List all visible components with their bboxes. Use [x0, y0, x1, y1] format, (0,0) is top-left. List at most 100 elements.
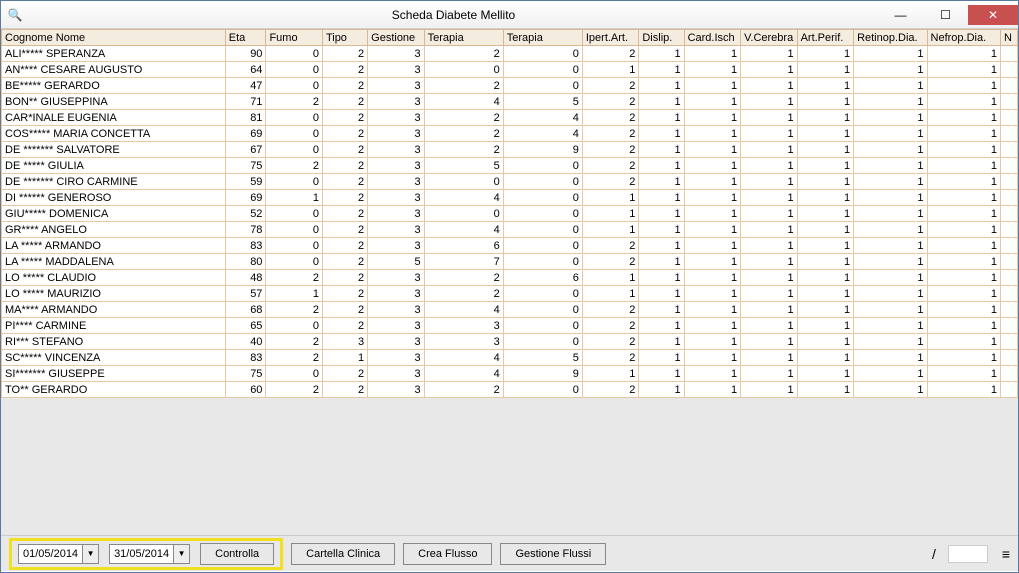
- date-from-field[interactable]: 01/05/2014 ▼: [18, 544, 99, 564]
- cell-retinop: 1: [854, 270, 927, 286]
- col-header-ipert[interactable]: Ipert.Art.: [582, 30, 639, 46]
- col-header-vcerebra[interactable]: V.Cerebra: [741, 30, 798, 46]
- cell-terapia2: 9: [503, 366, 582, 382]
- cell-vcerebra: 1: [741, 110, 798, 126]
- col-header-terapia1[interactable]: Terapia: [424, 30, 503, 46]
- cell-terapia1: 2: [424, 142, 503, 158]
- cell-cardisch: 1: [684, 254, 741, 270]
- col-header-terapia2[interactable]: Terapia: [503, 30, 582, 46]
- cell-retinop: 1: [854, 110, 927, 126]
- cell-retinop: 1: [854, 174, 927, 190]
- cell-artperif: 1: [797, 158, 854, 174]
- col-header-nefrop[interactable]: Nefrop.Dia.: [927, 30, 1000, 46]
- cell-nefrop: 1: [927, 270, 1000, 286]
- cell-vcerebra: 1: [741, 222, 798, 238]
- maximize-button[interactable]: ☐: [923, 5, 968, 25]
- col-header-name[interactable]: Cognome Nome: [2, 30, 226, 46]
- table-row[interactable]: AN**** CESARE AUGUSTO64023001111111: [2, 62, 1018, 78]
- cell-terapia2: 0: [503, 302, 582, 318]
- date-from-dropdown-icon[interactable]: ▼: [82, 545, 98, 563]
- table-row[interactable]: SC***** VINCENZA83213452111111: [2, 350, 1018, 366]
- minimize-button[interactable]: —: [878, 5, 923, 25]
- table-row[interactable]: CAR*INALE EUGENIA81023242111111: [2, 110, 1018, 126]
- count-field: [948, 545, 988, 563]
- table-row[interactable]: DE ***** GIULIA75223502111111: [2, 158, 1018, 174]
- cell-dislip: 1: [639, 254, 684, 270]
- cell-artperif: 1: [797, 238, 854, 254]
- table-row[interactable]: BON** GIUSEPPINA71223452111111: [2, 94, 1018, 110]
- table-row[interactable]: BE***** GERARDO47023202111111: [2, 78, 1018, 94]
- table-row[interactable]: DI ****** GENEROSO69123401111111: [2, 190, 1018, 206]
- cell-terapia2: 0: [503, 382, 582, 398]
- cell-gestione: 3: [368, 286, 425, 302]
- col-header-dislip[interactable]: Dislip.: [639, 30, 684, 46]
- col-header-artperif[interactable]: Art.Perif.: [797, 30, 854, 46]
- cell-terapia2: 0: [503, 286, 582, 302]
- table-row[interactable]: DE ******* CIRO CARMINE59023002111111: [2, 174, 1018, 190]
- table-row[interactable]: GIU***** DOMENICA52023001111111: [2, 206, 1018, 222]
- cell-tipo: 2: [322, 142, 367, 158]
- table-row[interactable]: LO ***** MAURIZIO57123201111111: [2, 286, 1018, 302]
- cell-extra: [1000, 174, 1017, 190]
- col-header-cardisch[interactable]: Card.Isch: [684, 30, 741, 46]
- controlla-button[interactable]: Controlla: [200, 543, 274, 565]
- cell-terapia2: 0: [503, 318, 582, 334]
- col-header-fumo[interactable]: Fumo: [266, 30, 323, 46]
- cell-ipert: 2: [582, 94, 639, 110]
- cell-gestione: 3: [368, 142, 425, 158]
- cell-ipert: 2: [582, 174, 639, 190]
- cell-tipo: 2: [322, 238, 367, 254]
- date-to-field[interactable]: 31/05/2014 ▼: [109, 544, 190, 564]
- cell-terapia2: 0: [503, 78, 582, 94]
- col-header-eta[interactable]: Eta: [225, 30, 266, 46]
- table-row[interactable]: TO** GERARDO60223202111111: [2, 382, 1018, 398]
- cell-artperif: 1: [797, 254, 854, 270]
- cell-terapia1: 4: [424, 94, 503, 110]
- cell-fumo: 0: [266, 46, 323, 62]
- col-header-gestione[interactable]: Gestione: [368, 30, 425, 46]
- crea-flusso-button[interactable]: Crea Flusso: [403, 543, 492, 565]
- cell-fumo: 2: [266, 334, 323, 350]
- cell-artperif: 1: [797, 190, 854, 206]
- cell-terapia1: 0: [424, 62, 503, 78]
- table-row[interactable]: RI*** STEFANO40233302111111: [2, 334, 1018, 350]
- table-row[interactable]: MA**** ARMANDO68223402111111: [2, 302, 1018, 318]
- table-row[interactable]: COS***** MARIA CONCETTA69023242111111: [2, 126, 1018, 142]
- data-grid[interactable]: Cognome NomeEtaFumoTipoGestioneTerapiaTe…: [1, 29, 1018, 535]
- close-button[interactable]: ✕: [968, 5, 1018, 25]
- cell-vcerebra: 1: [741, 126, 798, 142]
- cartella-clinica-button[interactable]: Cartella Clinica: [291, 543, 395, 565]
- cell-nefrop: 1: [927, 158, 1000, 174]
- col-header-retinop[interactable]: Retinop.Dia.: [854, 30, 927, 46]
- cell-retinop: 1: [854, 286, 927, 302]
- cell-gestione: 3: [368, 190, 425, 206]
- table-row[interactable]: GR**** ANGELO78023401111111: [2, 222, 1018, 238]
- table-row[interactable]: DE ******* SALVATORE67023292111111: [2, 142, 1018, 158]
- cell-gestione: 3: [368, 382, 425, 398]
- cell-dislip: 1: [639, 334, 684, 350]
- cell-fumo: 0: [266, 62, 323, 78]
- table-row[interactable]: LA ***** ARMANDO83023602111111: [2, 238, 1018, 254]
- table-row[interactable]: ALI***** SPERANZA90023202111111: [2, 46, 1018, 62]
- cell-ipert: 1: [582, 366, 639, 382]
- cell-nefrop: 1: [927, 206, 1000, 222]
- date-to-dropdown-icon[interactable]: ▼: [173, 545, 189, 563]
- cell-extra: [1000, 286, 1017, 302]
- cell-gestione: 3: [368, 126, 425, 142]
- col-header-tipo[interactable]: Tipo: [322, 30, 367, 46]
- cell-extra: [1000, 270, 1017, 286]
- gestione-flussi-button[interactable]: Gestione Flussi: [500, 543, 606, 565]
- cell-cardisch: 1: [684, 206, 741, 222]
- titlebar: 🔍 Scheda Diabete Mellito — ☐ ✕: [1, 1, 1018, 29]
- menu-icon[interactable]: ≡: [996, 546, 1010, 562]
- cell-extra: [1000, 126, 1017, 142]
- table-row[interactable]: PI**** CARMINE65023302111111: [2, 318, 1018, 334]
- cell-tipo: 2: [322, 190, 367, 206]
- table-row[interactable]: LA ***** MADDALENA80025702111111: [2, 254, 1018, 270]
- table-row[interactable]: SI******* GIUSEPPE75023491111111: [2, 366, 1018, 382]
- col-header-extra[interactable]: N: [1000, 30, 1017, 46]
- cell-artperif: 1: [797, 46, 854, 62]
- table-row[interactable]: LO ***** CLAUDIO48223261111111: [2, 270, 1018, 286]
- cell-dislip: 1: [639, 366, 684, 382]
- cell-fumo: 2: [266, 302, 323, 318]
